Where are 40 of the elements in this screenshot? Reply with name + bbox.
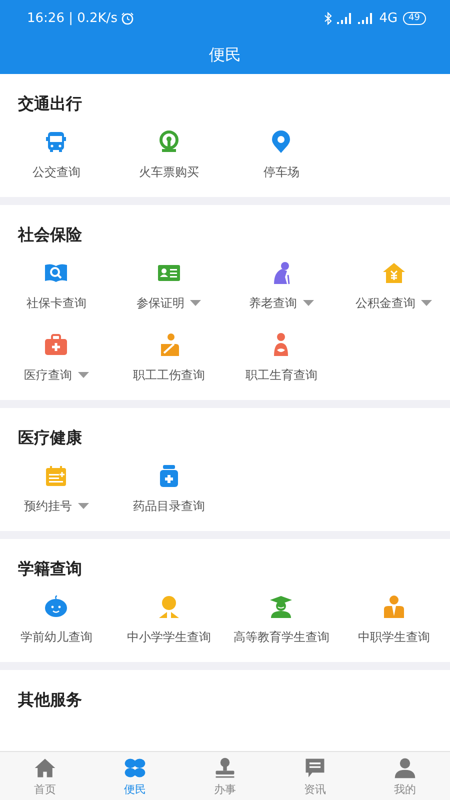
service-label[interactable]: 养老查询 bbox=[248, 294, 297, 312]
section-title: 其他服务 bbox=[18, 690, 82, 711]
service-label[interactable]: 预约挂号 bbox=[24, 497, 72, 515]
caret-icon[interactable] bbox=[302, 300, 314, 306]
bluetooth-icon bbox=[324, 12, 332, 25]
battery-level: 49 bbox=[402, 12, 426, 25]
section-title: 学籍查询 bbox=[18, 559, 82, 580]
caret-icon[interactable] bbox=[190, 300, 202, 306]
signal-icon bbox=[337, 13, 354, 24]
caret-icon[interactable] bbox=[78, 503, 89, 509]
service-label[interactable]: 高等教育学生查询 bbox=[233, 628, 330, 646]
caret-icon[interactable] bbox=[421, 300, 432, 306]
service-label[interactable]: 火车票购买 bbox=[138, 163, 199, 181]
service-label[interactable]: 医疗查询 bbox=[24, 366, 72, 384]
alarm-clock-icon bbox=[121, 12, 134, 25]
graduate-icon bbox=[268, 594, 294, 620]
network-type: 4G bbox=[379, 11, 398, 26]
status-text: 16:26 | 0.2K/s bbox=[27, 11, 118, 26]
signal-icon bbox=[358, 13, 374, 24]
service-label[interactable]: 中职学生查询 bbox=[358, 628, 430, 646]
service-label[interactable]: 公积金查询 bbox=[355, 294, 416, 312]
service-label[interactable]: 社保卡查询 bbox=[26, 294, 86, 312]
service-label[interactable]: 学前幼儿查询 bbox=[20, 628, 92, 646]
section-title: 社会保险 bbox=[18, 225, 82, 246]
service-label[interactable]: 药品目录查询 bbox=[132, 497, 205, 515]
person-icon bbox=[393, 756, 417, 780]
baby-face-icon bbox=[43, 594, 70, 620]
caret-icon[interactable] bbox=[78, 372, 89, 378]
house-icon bbox=[380, 260, 407, 286]
section-title: 医疗健康 bbox=[18, 428, 82, 449]
page-title: 便民 bbox=[209, 45, 241, 66]
section-title: 交通出行 bbox=[18, 94, 82, 115]
service-label[interactable]: 公交查询 bbox=[32, 163, 80, 181]
stamp-icon bbox=[213, 756, 237, 780]
service-label[interactable]: 参保证明 bbox=[136, 294, 184, 312]
service-label[interactable]: 停车场 bbox=[263, 163, 300, 181]
service-label[interactable]: 职工生育查询 bbox=[245, 366, 318, 384]
service-label[interactable]: 中小学学生查询 bbox=[126, 628, 211, 646]
first-aid-kit-icon bbox=[43, 332, 70, 358]
service-label[interactable]: 职工工伤查询 bbox=[132, 366, 205, 384]
